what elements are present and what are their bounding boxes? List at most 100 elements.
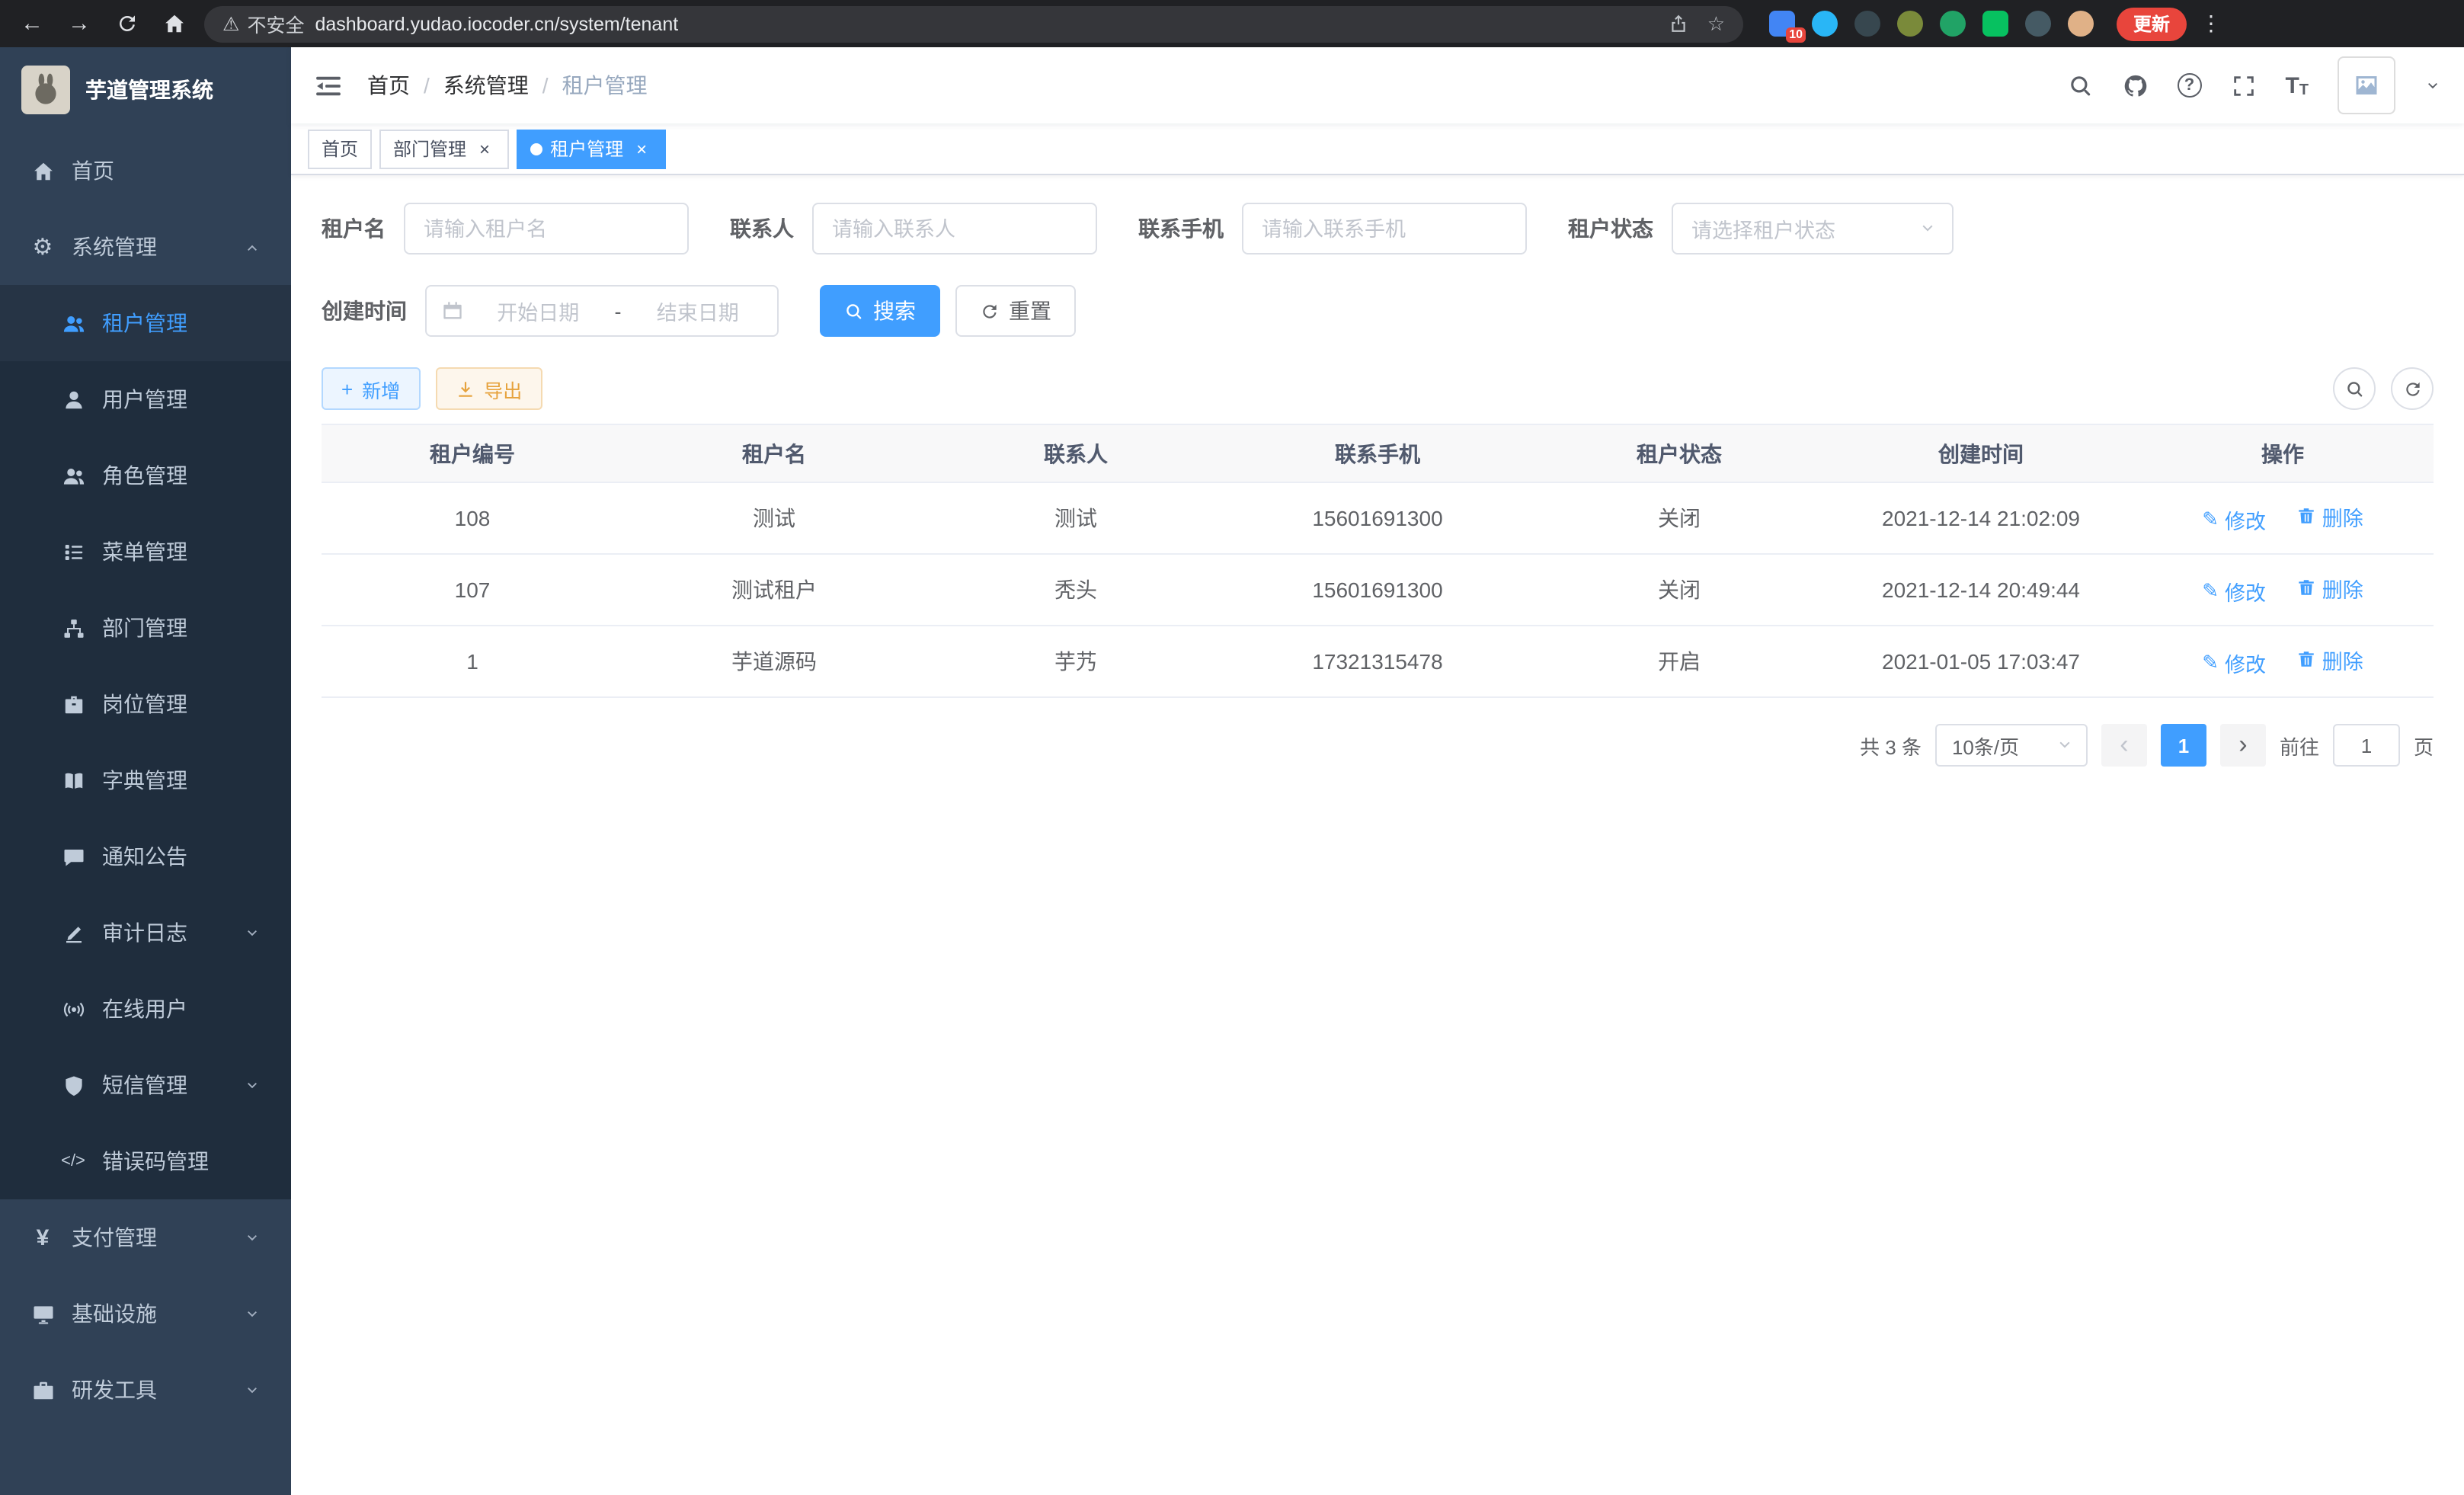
security-indicator[interactable]: ⚠ 不安全 — [222, 9, 304, 38]
sidebar: 芋道管理系统 首页 ⚙ 系统管理 租户管理 用户管理 — [0, 47, 291, 1495]
breadcrumb: 首页 / 系统管理 / 租户管理 — [367, 70, 648, 101]
sidebar-item-error-code[interactable]: </> 错误码管理 — [0, 1123, 291, 1199]
sidebar-item-system[interactable]: ⚙ 系统管理 — [0, 209, 291, 285]
breadcrumb-item[interactable]: 系统管理 — [443, 70, 529, 101]
search-icon[interactable] — [2067, 72, 2093, 98]
edit-link[interactable]: ✎修改 — [2202, 648, 2266, 679]
online-signal-icon — [61, 997, 85, 1020]
chevron-down-icon — [244, 1305, 261, 1322]
avatar-caret-down-icon[interactable] — [2424, 77, 2441, 94]
address-bar[interactable]: ⚠ 不安全 dashboard.yudao.iocoder.cn/system/… — [204, 5, 1743, 42]
sidebar-item-post[interactable]: 岗位管理 — [0, 666, 291, 742]
breadcrumb-item-current: 租户管理 — [562, 70, 648, 101]
reset-button[interactable]: 重置 — [955, 285, 1076, 337]
url-text[interactable]: dashboard.yudao.iocoder.cn/system/tenant — [315, 13, 1658, 34]
delete-link[interactable]: 删除 — [2296, 501, 2363, 532]
breadcrumb-item[interactable]: 首页 — [367, 70, 410, 101]
page-number-button[interactable]: 1 — [2161, 724, 2206, 767]
browser-menu-icon[interactable]: ⋮ — [2200, 11, 2222, 37]
sidebar-item-online-users[interactable]: 在线用户 — [0, 971, 291, 1047]
code-icon: </> — [61, 1152, 85, 1170]
sidebar-item-dict[interactable]: 字典管理 — [0, 742, 291, 818]
bookmark-star-icon[interactable]: ☆ — [1707, 11, 1725, 36]
extension-icon[interactable] — [2068, 11, 2094, 37]
page-unit-label: 页 — [2414, 731, 2434, 760]
user-avatar[interactable] — [2338, 56, 2395, 114]
close-icon[interactable]: × — [474, 138, 495, 159]
delete-link[interactable]: 删除 — [2296, 573, 2363, 603]
show-search-toggle-button[interactable] — [2333, 367, 2376, 410]
add-button[interactable]: + 新增 — [322, 367, 420, 410]
share-icon[interactable] — [1669, 14, 1689, 34]
date-separator: - — [609, 299, 628, 322]
tab-tenant-active[interactable]: 租户管理 × — [517, 129, 666, 168]
sidebar-item-dept[interactable]: 部门管理 — [0, 590, 291, 666]
sidebar-item-tenant[interactable]: 租户管理 — [0, 285, 291, 361]
search-button[interactable]: 搜索 — [820, 285, 940, 337]
font-size-icon[interactable]: TT — [2285, 72, 2309, 98]
sidebar-item-label: 短信管理 — [102, 1070, 187, 1100]
close-icon[interactable]: × — [631, 138, 652, 159]
delete-label: 删除 — [2322, 645, 2363, 675]
sidebar-item-notice[interactable]: 通知公告 — [0, 818, 291, 895]
browser-forward-icon[interactable]: → — [62, 7, 96, 40]
browser-home-icon[interactable] — [157, 7, 190, 40]
extension-icon[interactable] — [1897, 11, 1923, 37]
page-size-select[interactable]: 10条/页 — [1935, 724, 2088, 767]
extension-icon[interactable] — [1812, 11, 1838, 37]
extension-icon[interactable] — [1854, 11, 1880, 37]
cell-tenant-name: 测试 — [623, 482, 925, 554]
extension-icon[interactable]: 10 — [1769, 11, 1795, 37]
column-header: 租户状态 — [1528, 424, 1830, 482]
goto-label: 前往 — [2280, 731, 2319, 760]
gear-icon: ⚙ — [30, 233, 55, 261]
browser-reload-icon[interactable] — [110, 7, 143, 40]
next-page-button[interactable]: › — [2220, 724, 2266, 767]
column-header: 联系人 — [925, 424, 1227, 482]
chrome-update-button[interactable]: 更新 — [2117, 7, 2187, 40]
prev-page-button[interactable]: ‹ — [2101, 724, 2147, 767]
sidebar-item-home[interactable]: 首页 — [0, 133, 291, 209]
delete-link[interactable]: 删除 — [2296, 645, 2363, 675]
toolbox-icon — [30, 1378, 55, 1401]
browser-back-icon[interactable]: ← — [15, 7, 49, 40]
sidebar-item-user[interactable]: 用户管理 — [0, 361, 291, 437]
sidebar-item-dev-tools[interactable]: 研发工具 — [0, 1352, 291, 1428]
chevron-down-icon — [1918, 219, 1937, 238]
extension-icon[interactable] — [1940, 11, 1966, 37]
edit-link[interactable]: ✎修改 — [2202, 577, 2266, 607]
tenant-name-input[interactable] — [404, 203, 689, 255]
sidebar-item-label: 基础设施 — [72, 1298, 157, 1329]
extension-icon[interactable] — [2025, 11, 2051, 37]
sidebar-item-menu[interactable]: 菜单管理 — [0, 514, 291, 590]
status-select[interactable]: 请选择租户状态 — [1672, 203, 1954, 255]
table-row: 107 测试租户 秃头 15601691300 关闭 2021-12-14 20… — [322, 554, 2434, 626]
help-icon[interactable]: ? — [2177, 73, 2201, 98]
sidebar-item-role[interactable]: 角色管理 — [0, 437, 291, 514]
tab-label: 部门管理 — [393, 136, 466, 162]
logo[interactable]: 芋道管理系统 — [0, 47, 291, 133]
sidebar-item-label: 首页 — [72, 155, 114, 186]
cell-phone: 15601691300 — [1227, 554, 1528, 626]
sidebar-item-sms[interactable]: 短信管理 — [0, 1047, 291, 1123]
sidebar-item-infra[interactable]: 基础设施 — [0, 1276, 291, 1352]
tab-dept[interactable]: 部门管理 × — [379, 129, 509, 168]
cell-actions: ✎修改 删除 — [2132, 554, 2434, 626]
github-icon[interactable] — [2122, 72, 2148, 98]
goto-page-input[interactable] — [2333, 724, 2400, 767]
edit-link[interactable]: ✎修改 — [2202, 505, 2266, 536]
fullscreen-icon[interactable] — [2230, 72, 2256, 98]
sidebar-toggle-icon[interactable] — [314, 71, 343, 100]
tab-home[interactable]: 首页 — [308, 129, 372, 168]
extension-icon[interactable] — [1982, 11, 2008, 37]
sidebar-item-audit-log[interactable]: 审计日志 — [0, 895, 291, 971]
sidebar-item-payment[interactable]: ¥ 支付管理 — [0, 1199, 291, 1276]
chevron-down-icon — [244, 1077, 261, 1093]
date-range-picker[interactable]: 开始日期 - 结束日期 — [425, 285, 779, 337]
phone-input[interactable] — [1242, 203, 1527, 255]
users-icon — [61, 312, 85, 335]
contact-input[interactable] — [812, 203, 1097, 255]
export-button[interactable]: 导出 — [435, 367, 542, 410]
list-icon — [61, 540, 85, 563]
refresh-table-button[interactable] — [2391, 367, 2434, 410]
